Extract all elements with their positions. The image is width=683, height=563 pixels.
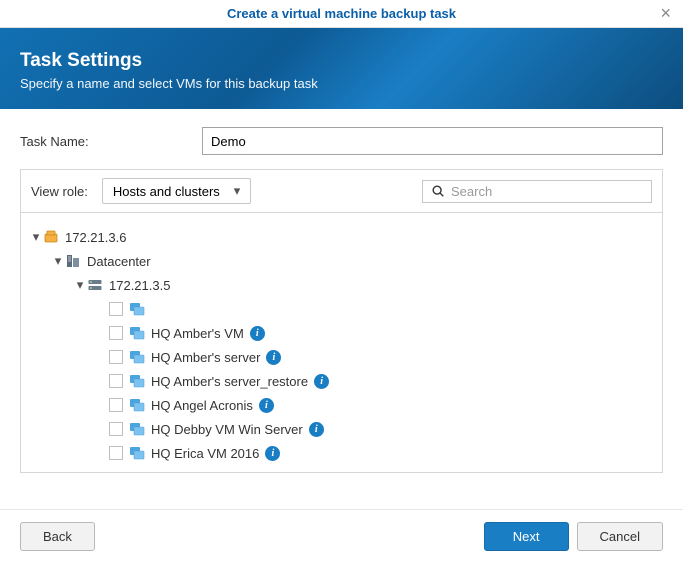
next-button[interactable]: Next [484,522,569,551]
vm-checkbox[interactable] [109,374,123,388]
vm-icon [129,397,145,413]
tree-datacenter[interactable]: ▾ Datacenter [29,249,654,273]
tree-node-label: Datacenter [87,254,151,269]
tree-vm-item[interactable] [29,297,654,321]
tree-vm-item[interactable]: HQ Amber's server_restore i [29,369,654,393]
vm-checkbox[interactable] [109,398,123,412]
tree-node-label: 172.21.3.5 [109,278,170,293]
tree-vm-item[interactable]: HQ Erica VM 2016 i [29,441,654,465]
collapse-icon[interactable]: ▾ [73,277,87,293]
task-name-row: Task Name: [20,127,663,155]
form-area: Task Name: View role: Hosts and clusters… [0,109,683,483]
back-button[interactable]: Back [20,522,95,551]
tree-vm-item[interactable]: HQ Amber's VM i [29,321,654,345]
view-role-value: Hosts and clusters [113,184,220,199]
dialog-title: Create a virtual machine backup task [227,6,456,21]
task-name-label: Task Name: [20,134,202,149]
vm-icon [129,445,145,461]
vm-label: HQ Amber's server [151,350,260,365]
vm-icon [129,421,145,437]
vm-checkbox[interactable] [109,302,123,316]
vm-checkbox[interactable] [109,350,123,364]
tree-host[interactable]: ▾ 172.21.3.5 [29,273,654,297]
chevron-down-icon: ▾ [234,183,241,199]
vm-label: HQ Amber's server_restore [151,374,308,389]
vm-label: HQ Amber's VM [151,326,244,341]
info-icon[interactable]: i [265,446,280,461]
host-icon [87,277,103,293]
page-subtitle: Specify a name and select VMs for this b… [20,76,663,91]
vm-checkbox[interactable] [109,446,123,460]
vm-icon [129,373,145,389]
search-input[interactable] [451,184,643,199]
vm-label: HQ Erica VM 2016 [151,446,259,461]
info-icon[interactable]: i [314,374,329,389]
info-icon[interactable]: i [309,422,324,437]
collapse-icon[interactable]: ▾ [51,253,65,269]
tree-root[interactable]: ▾ 172.21.3.6 [29,225,654,249]
vm-icon [129,325,145,341]
tree-vm-item[interactable]: HQ Amber's server i [29,345,654,369]
info-icon[interactable]: i [266,350,281,365]
vm-label: HQ Debby VM Win Server [151,422,303,437]
vm-checkbox[interactable] [109,422,123,436]
tree-vm-item[interactable]: HQ Debby VM Win Server i [29,417,654,441]
vm-checkbox[interactable] [109,326,123,340]
wizard-footer: Back Next Cancel [0,509,683,563]
info-icon[interactable]: i [250,326,265,341]
vm-label: HQ Angel Acronis [151,398,253,413]
collapse-icon[interactable]: ▾ [29,229,43,245]
vm-tree-panel[interactable]: ▾ 172.21.3.6 ▾ Datacenter ▾ 172.21.3.5 [20,213,663,473]
tree-node-label: 172.21.3.6 [65,230,126,245]
page-title: Task Settings [20,50,663,72]
search-box[interactable] [422,180,652,203]
title-bar: Create a virtual machine backup task × [0,0,683,28]
filter-bar: View role: Hosts and clusters ▾ [20,169,663,213]
datacenter-icon [65,253,81,269]
cancel-button[interactable]: Cancel [577,522,663,551]
close-icon[interactable]: × [660,4,671,22]
view-role-label: View role: [31,184,88,199]
search-icon [431,184,445,198]
vm-icon [129,349,145,365]
vcenter-icon [43,229,59,245]
view-role-dropdown[interactable]: Hosts and clusters ▾ [102,178,251,204]
info-icon[interactable]: i [259,398,274,413]
tree-vm-item[interactable]: HQ Angel Acronis i [29,393,654,417]
wizard-header: Task Settings Specify a name and select … [0,28,683,109]
vm-icon [129,301,145,317]
task-name-input[interactable] [202,127,663,155]
